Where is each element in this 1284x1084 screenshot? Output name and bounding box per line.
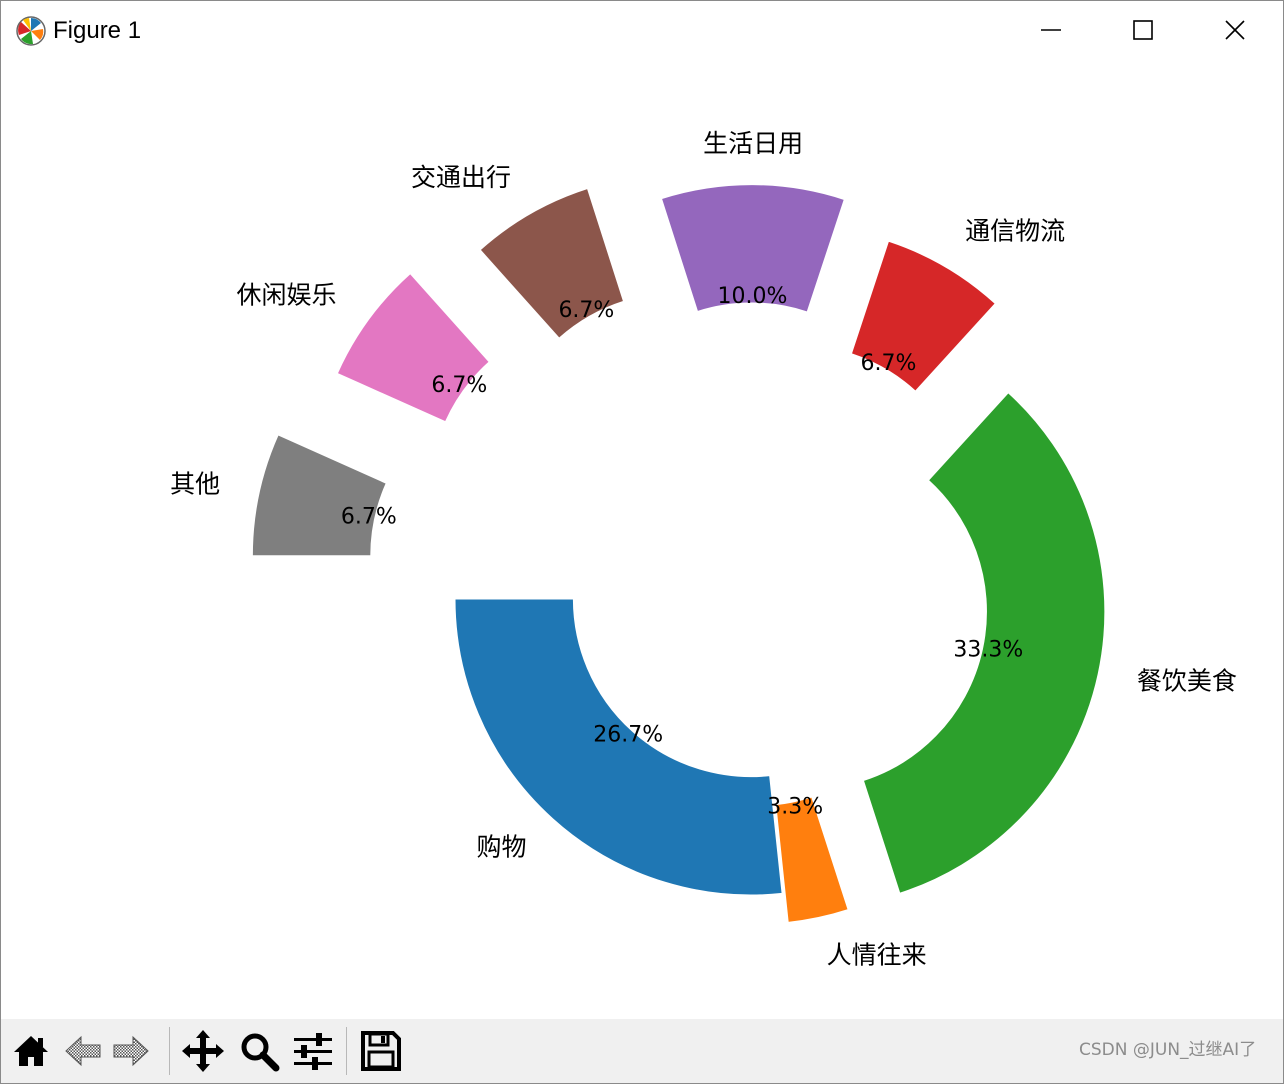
- slice-percentage-label: 6.7%: [860, 351, 916, 376]
- slice-category-label: 交通出行: [411, 163, 511, 192]
- matplotlib-logo-icon: [16, 16, 46, 46]
- home-button[interactable]: [9, 1029, 53, 1073]
- toolbar-separator: [169, 1027, 170, 1075]
- sliders-icon: [294, 1033, 332, 1070]
- save-button[interactable]: [359, 1029, 403, 1073]
- slice-percentage-label: 3.3%: [767, 795, 823, 820]
- minimize-button[interactable]: [1005, 1, 1097, 59]
- donut-slice: [251, 434, 387, 557]
- zoom-button[interactable]: [237, 1029, 281, 1073]
- title-bar[interactable]: Figure 1: [1, 1, 1283, 59]
- slice-category-label: 休闲娱乐: [237, 280, 337, 309]
- slice-category-label: 购物: [476, 832, 526, 861]
- configure-subplots-button[interactable]: [291, 1029, 335, 1073]
- minimize-icon: [1041, 29, 1061, 31]
- save-floppy-icon: [361, 1031, 401, 1071]
- slice-category-label: 餐饮美食: [1137, 667, 1237, 696]
- close-icon: [1225, 20, 1245, 40]
- toolbar-separator: [346, 1027, 347, 1075]
- watermark-text: CSDN @JUN_过继AI了: [1079, 1040, 1257, 1060]
- forward-button[interactable]: [109, 1029, 153, 1073]
- back-arrow-icon: [65, 1035, 101, 1067]
- slice-percentage-label: 6.7%: [431, 373, 487, 398]
- close-button[interactable]: [1189, 1, 1281, 59]
- home-icon: [14, 1036, 48, 1066]
- pan-arrows-icon: [182, 1030, 224, 1072]
- slice-category-label: 通信物流: [965, 217, 1065, 246]
- donut-chart: 26.7% 购物 3.3% 人情往来 33.3% 餐饮美食 6.7% 通信物流 10.0% 生活日…: [170, 129, 1237, 969]
- slice-percentage-label: 10.0%: [717, 284, 787, 309]
- window-title: Figure 1: [53, 17, 142, 44]
- forward-arrow-icon: [113, 1035, 149, 1067]
- zoom-magnifier-icon: [241, 1033, 280, 1072]
- slice-category-label: 生活日用: [703, 129, 803, 158]
- back-button[interactable]: [61, 1029, 105, 1073]
- slice-percentage-label: 26.7%: [593, 722, 663, 747]
- pan-button[interactable]: [181, 1029, 225, 1073]
- figure-window: Figure 1 26.7% 购物 3.3% 人情往来 33.3% 餐饮美食 6.7% 通信物…: [0, 0, 1284, 1084]
- slice-percentage-label: 33.3%: [953, 637, 1023, 662]
- slice-category-label: 人情往来: [827, 940, 927, 969]
- slice-category-label: 其他: [170, 470, 220, 499]
- maximize-icon: [1133, 20, 1153, 40]
- figure-canvas[interactable]: 26.7% 购物 3.3% 人情往来 33.3% 餐饮美食 6.7% 通信物流 10.0% 生活日…: [1, 59, 1283, 1019]
- maximize-button[interactable]: [1097, 1, 1189, 59]
- donut-slice: [336, 272, 490, 423]
- slice-percentage-label: 6.7%: [558, 298, 614, 323]
- slice-percentage-label: 6.7%: [341, 504, 397, 529]
